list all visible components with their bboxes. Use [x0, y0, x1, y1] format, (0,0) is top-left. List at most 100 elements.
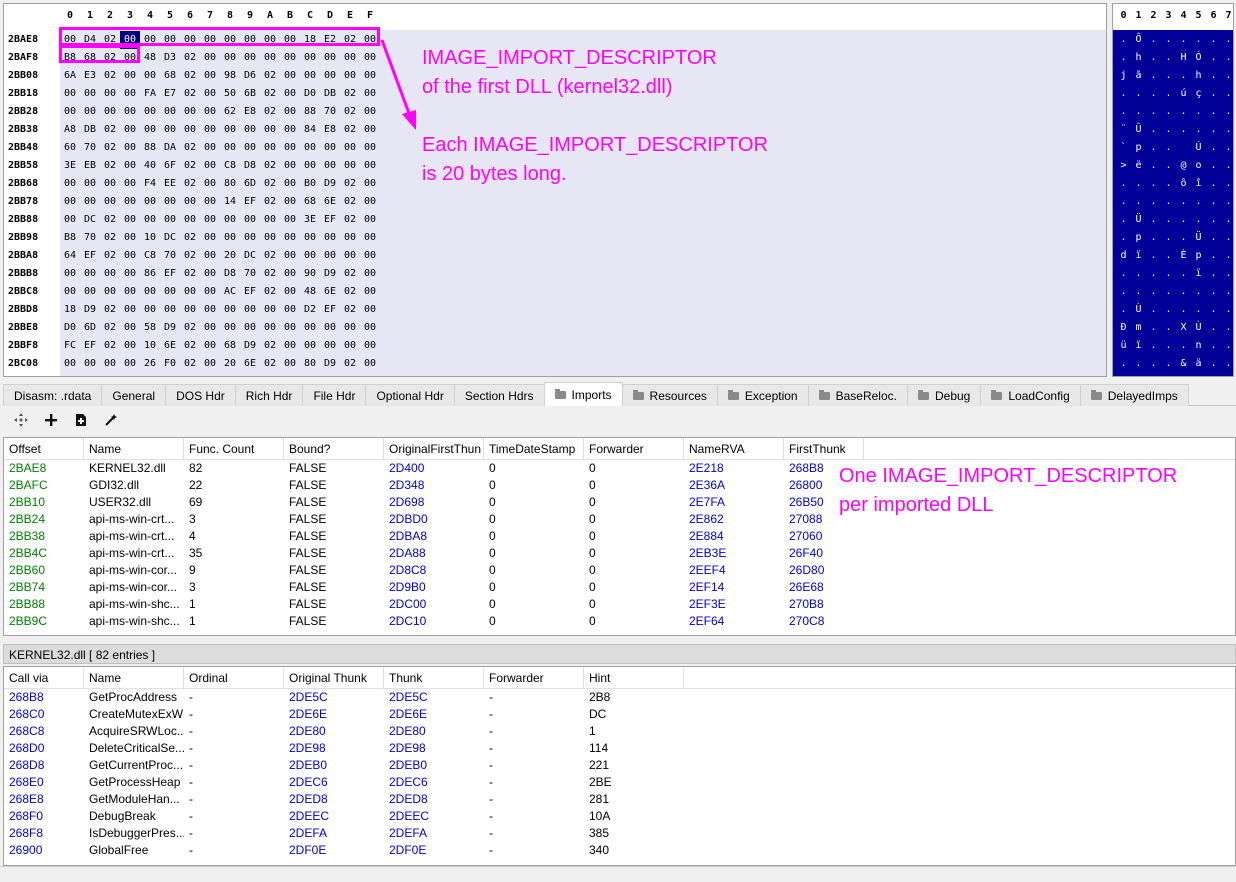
ascii-char[interactable]: .: [1176, 67, 1191, 85]
ascii-char[interactable]: .: [1161, 139, 1176, 157]
hex-byte[interactable]: 00: [300, 337, 320, 355]
ascii-char[interactable]: .: [1206, 67, 1221, 85]
hex-byte[interactable]: 00: [200, 103, 220, 121]
hex-byte[interactable]: 00: [180, 193, 200, 211]
ascii-char[interactable]: .: [1221, 157, 1233, 175]
hex-byte[interactable]: 02: [260, 247, 280, 265]
hex-byte[interactable]: DB: [80, 121, 100, 139]
hex-byte[interactable]: 00: [160, 193, 180, 211]
tab-resources[interactable]: Resources: [621, 384, 718, 406]
imports-table-row[interactable]: 2BB38 api-ms-win-crt... 4 FALSE 2DBA8 0 0 2E884…: [4, 528, 1235, 545]
hex-byte[interactable]: 02: [180, 175, 200, 193]
hex-byte[interactable]: 00: [360, 337, 380, 355]
hex-byte[interactable]: 14: [220, 193, 240, 211]
hex-byte[interactable]: 00: [180, 121, 200, 139]
hex-byte[interactable]: E7: [160, 85, 180, 103]
hex-byte[interactable]: 00: [260, 229, 280, 247]
ascii-char[interactable]: X: [1176, 319, 1191, 337]
hex-byte[interactable]: 80: [300, 355, 320, 373]
imports-column-header[interactable]: Forwarder: [584, 438, 684, 459]
hex-byte[interactable]: 00: [300, 139, 320, 157]
hex-byte[interactable]: 00: [80, 193, 100, 211]
ascii-char[interactable]: .: [1146, 85, 1161, 103]
move-icon[interactable]: [12, 411, 30, 429]
hex-byte[interactable]: 02: [100, 139, 120, 157]
imports-column-header[interactable]: TimeDateStamp: [484, 438, 584, 459]
hex-byte[interactable]: 02: [340, 103, 360, 121]
hex-byte[interactable]: 20: [220, 355, 240, 373]
functions-table-row[interactable]: 268E0 GetProcessHeap -2DEC6 2DEC6-2BE: [4, 774, 1235, 791]
ascii-char[interactable]: .: [1161, 355, 1176, 373]
tab-section-hdrs[interactable]: Section Hdrs: [453, 384, 545, 406]
ascii-char[interactable]: .: [1161, 247, 1176, 265]
hex-byte[interactable]: EB: [80, 157, 100, 175]
hex-byte[interactable]: D3: [160, 49, 180, 67]
hex-byte[interactable]: 00: [340, 49, 360, 67]
ascii-char[interactable]: .: [1221, 193, 1233, 211]
ascii-char[interactable]: .: [1116, 229, 1131, 247]
ascii-char[interactable]: .: [1206, 121, 1221, 139]
hex-byte[interactable]: 00: [220, 211, 240, 229]
hex-byte[interactable]: D8: [240, 157, 260, 175]
hex-byte[interactable]: 00: [200, 49, 220, 67]
ascii-char[interactable]: d: [1116, 247, 1131, 265]
hex-byte[interactable]: 00: [120, 229, 140, 247]
ascii-char[interactable]: .: [1116, 265, 1131, 283]
hex-byte[interactable]: 00: [140, 283, 160, 301]
ascii-char[interactable]: .: [1206, 355, 1221, 373]
hex-byte[interactable]: D9: [320, 175, 340, 193]
hex-byte[interactable]: 6D: [240, 175, 260, 193]
ascii-char[interactable]: .: [1206, 265, 1221, 283]
hex-byte[interactable]: 40: [140, 157, 160, 175]
hex-byte[interactable]: 02: [260, 283, 280, 301]
hex-byte[interactable]: 00: [260, 319, 280, 337]
hex-byte[interactable]: 02: [180, 67, 200, 85]
hex-byte[interactable]: 00: [120, 355, 140, 373]
hex-byte[interactable]: 00: [200, 67, 220, 85]
hex-byte[interactable]: D9: [80, 301, 100, 319]
hex-byte[interactable]: 00: [300, 49, 320, 67]
hex-byte[interactable]: 00: [280, 355, 300, 373]
hex-byte[interactable]: 50: [220, 85, 240, 103]
ascii-char[interactable]: .: [1161, 103, 1176, 121]
ascii-char[interactable]: .: [1146, 283, 1161, 301]
hex-byte[interactable]: 00: [100, 265, 120, 283]
functions-table-row[interactable]: 268D0 DeleteCriticalSe... -2DE98 2DE98-114: [4, 740, 1235, 757]
functions-table-row[interactable]: 268D8 GetCurrentProc... -2DEB0 2DEB0-221: [4, 757, 1235, 774]
hex-byte[interactable]: 70: [80, 229, 100, 247]
hex-byte[interactable]: 00: [80, 265, 100, 283]
functions-column-header[interactable]: Ordinal: [184, 667, 284, 688]
ascii-char[interactable]: .: [1146, 175, 1161, 193]
ascii-char[interactable]: .: [1221, 121, 1233, 139]
hex-byte[interactable]: 86: [140, 265, 160, 283]
hex-byte[interactable]: 00: [240, 229, 260, 247]
hex-byte[interactable]: 00: [340, 319, 360, 337]
hex-byte[interactable]: 02: [180, 85, 200, 103]
hex-byte[interactable]: 00: [240, 139, 260, 157]
hex-byte[interactable]: 00: [360, 319, 380, 337]
ascii-char[interactable]: .: [1206, 229, 1221, 247]
hex-byte[interactable]: 00: [360, 247, 380, 265]
hex-byte[interactable]: 00: [300, 319, 320, 337]
hex-byte[interactable]: 00: [180, 103, 200, 121]
hex-byte[interactable]: 00: [60, 265, 80, 283]
hex-byte[interactable]: FA: [140, 85, 160, 103]
hex-byte[interactable]: 02: [340, 355, 360, 373]
hex-byte[interactable]: 00: [340, 139, 360, 157]
hex-byte[interactable]: 00: [340, 247, 360, 265]
ascii-char[interactable]: ï: [1131, 337, 1146, 355]
hex-byte[interactable]: 00: [80, 85, 100, 103]
ascii-char[interactable]: .: [1146, 157, 1161, 175]
hex-byte[interactable]: 10: [140, 337, 160, 355]
ascii-char[interactable]: .: [1116, 103, 1131, 121]
hex-byte[interactable]: 00: [220, 301, 240, 319]
ascii-char[interactable]: ü: [1116, 337, 1131, 355]
hex-byte[interactable]: E8: [240, 103, 260, 121]
hex-byte[interactable]: 00: [200, 157, 220, 175]
ascii-char[interactable]: .: [1221, 247, 1233, 265]
hex-byte[interactable]: 00: [180, 211, 200, 229]
ascii-char[interactable]: .: [1116, 301, 1131, 319]
hex-byte[interactable]: 00: [220, 229, 240, 247]
ascii-char[interactable]: .: [1206, 175, 1221, 193]
ascii-char[interactable]: .: [1206, 49, 1221, 67]
